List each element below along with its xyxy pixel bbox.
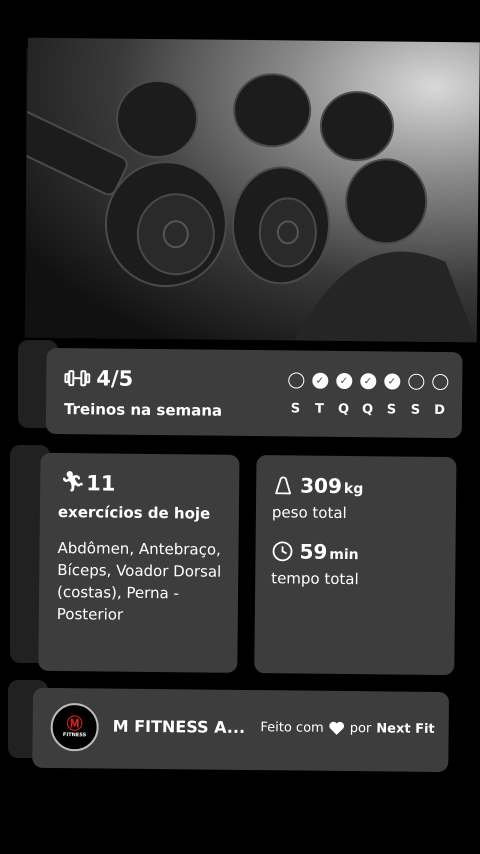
- gym-dumbbells-photo: [24, 37, 480, 343]
- total-weight-unit: kg: [343, 480, 364, 498]
- home-screen: 4/5 Treinos na semana S ✓ T ✓ Q ✓ Q ✓ S S D 🏃︎ 11 …: [20, 37, 480, 783]
- weekly-workouts-card[interactable]: 4/5 Treinos na semana S ✓ T ✓ Q ✓ Q ✓ S S D: [45, 347, 463, 439]
- week-day-letter: S: [386, 402, 397, 418]
- day-done-check-icon: ✓: [311, 372, 328, 389]
- week-day: S: [287, 372, 304, 417]
- clock-icon: [272, 541, 293, 562]
- gym-footer-card[interactable]: Ⓜ FITNESS M FITNESS A... Feito com por N…: [32, 687, 450, 773]
- day-pending-circle-icon: [407, 373, 424, 390]
- week-day: S: [407, 373, 424, 418]
- heart-icon: [329, 721, 345, 735]
- week-day-letter: D: [434, 402, 445, 419]
- made-with-credit: Feito com por Next Fit: [260, 720, 434, 737]
- week-day: D: [431, 373, 448, 419]
- gym-logo-text: FITNESS: [62, 732, 87, 739]
- workout-stats-card[interactable]: 309 kg peso total 59 min tempo total: [254, 455, 457, 676]
- week-day-letter: T: [314, 401, 325, 417]
- workouts-count: 4/5: [96, 366, 134, 391]
- total-weight-stat: 309 kg peso total: [272, 473, 364, 522]
- week-day-letter: Q: [361, 402, 374, 418]
- workouts-label: Treinos na semana: [63, 400, 223, 420]
- total-time-label: tempo total: [271, 569, 359, 589]
- week-day: ✓ S: [383, 373, 400, 418]
- day-done-check-icon: ✓: [359, 373, 376, 390]
- exercises-count: 11: [86, 471, 116, 496]
- total-time-value: 59: [299, 539, 328, 564]
- day-pending-circle-icon: [287, 372, 304, 389]
- total-time-stat: 59 min tempo total: [271, 539, 359, 589]
- by-text: por: [349, 721, 372, 737]
- exercise-groups-list: Abdômen, Antebraço, Bíceps, Voador Dorsa…: [56, 538, 222, 624]
- weight-icon: [275, 476, 292, 495]
- made-with-text: Feito com: [260, 720, 324, 736]
- gym-logo-mark: Ⓜ: [66, 714, 83, 734]
- week-day-letter: Q: [337, 401, 350, 418]
- gym-name: M FITNESS A...: [112, 716, 246, 737]
- total-time-unit: min: [329, 546, 359, 564]
- gym-logo: Ⓜ FITNESS: [50, 702, 99, 752]
- running-person-icon: 🏃︎: [60, 469, 86, 494]
- week-day: ✓ Q: [359, 373, 376, 417]
- week-days-tracker: S ✓ T ✓ Q ✓ Q ✓ S S D: [287, 372, 448, 418]
- week-day-letter: S: [290, 401, 301, 417]
- exercises-label: exercícios de hoje: [57, 502, 211, 523]
- day-pending-circle-icon: [431, 373, 448, 391]
- total-weight-label: peso total: [271, 503, 347, 523]
- dumbbell-icon: [64, 370, 91, 387]
- week-day-letter: S: [410, 402, 421, 418]
- week-day: ✓ Q: [335, 372, 352, 418]
- day-done-check-icon: ✓: [383, 373, 400, 390]
- week-day: ✓ T: [311, 372, 328, 417]
- brand-name: Next Fit: [376, 721, 435, 737]
- total-weight-value: 309: [300, 473, 343, 498]
- todays-exercises-card[interactable]: 🏃︎ 11 exercícios de hoje Abdômen, Antebr…: [38, 452, 240, 673]
- day-done-check-icon: ✓: [335, 372, 352, 390]
